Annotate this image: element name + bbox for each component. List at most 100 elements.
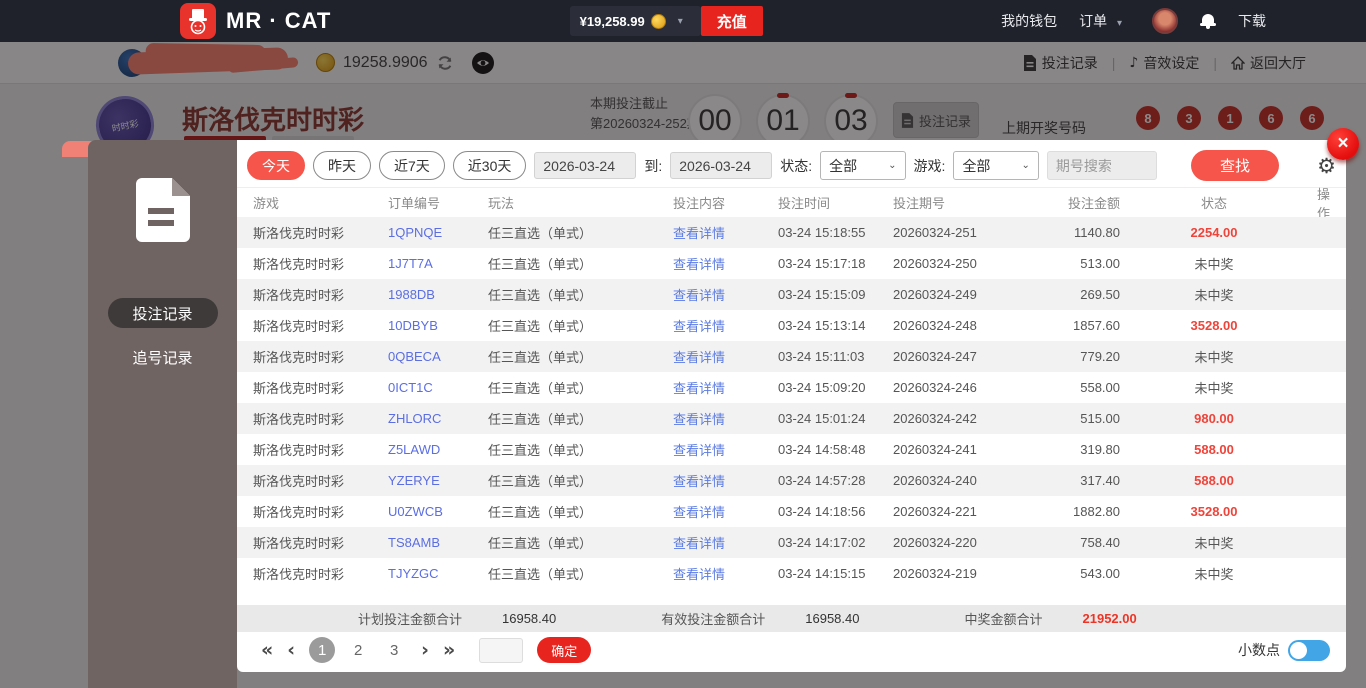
cell-order-link[interactable]: U0ZWCB: [388, 504, 488, 519]
table-body: 斯洛伐克时时彩 1QPNQE 任三直选（单式） 查看详情 03-24 15:18…: [237, 217, 1346, 589]
cell-game: 斯洛伐克时时彩: [253, 409, 388, 428]
cell-order-link[interactable]: 10DBYB: [388, 318, 488, 333]
table-row: 斯洛伐克时时彩 0ICT1C 任三直选（单式） 查看详情 03-24 15:09…: [237, 372, 1346, 403]
cell-period: 20260324-249: [893, 287, 1025, 302]
cell-amount: 758.40: [1025, 535, 1120, 550]
avatar[interactable]: [1152, 8, 1178, 34]
cell-period: 20260324-251: [893, 225, 1025, 240]
cell-amount: 543.00: [1025, 566, 1120, 581]
view-detail-link[interactable]: 查看详情: [673, 285, 778, 304]
quick-filter-0[interactable]: 今天: [247, 151, 305, 180]
period-search-input[interactable]: [1047, 151, 1157, 180]
mrcat-logo-icon[interactable]: [180, 3, 216, 39]
win-total-label: 中奖金额合计: [965, 609, 1043, 628]
next-page-icon[interactable]: ›: [421, 639, 429, 661]
cell-amount: 558.00: [1025, 380, 1120, 395]
view-detail-link[interactable]: 查看详情: [673, 347, 778, 366]
cell-order-link[interactable]: TJYZGC: [388, 566, 488, 581]
cell-status: 未中奖: [1120, 533, 1308, 552]
view-detail-link[interactable]: 查看详情: [673, 471, 778, 490]
view-detail-link[interactable]: 查看详情: [673, 502, 778, 521]
cell-period: 20260324-242: [893, 411, 1025, 426]
cell-order-link[interactable]: 0QBECA: [388, 349, 488, 364]
cell-status: 588.00: [1120, 473, 1308, 488]
quick-filter-1[interactable]: 昨天: [313, 151, 371, 180]
first-page-icon[interactable]: «: [261, 639, 273, 661]
page-number-1[interactable]: 1: [309, 637, 335, 663]
cell-game: 斯洛伐克时时彩: [253, 533, 388, 552]
view-detail-link[interactable]: 查看详情: [673, 223, 778, 242]
confirm-page-button[interactable]: 确定: [537, 637, 591, 663]
cell-status: 未中奖: [1120, 285, 1308, 304]
page-jump-input[interactable]: [479, 638, 523, 663]
bell-icon[interactable]: [1200, 13, 1216, 29]
last-page-icon[interactable]: »: [443, 639, 455, 661]
table-row: 斯洛伐克时时彩 0QBECA 任三直选（单式） 查看详情 03-24 15:11…: [237, 341, 1346, 372]
prev-page-icon[interactable]: ‹: [287, 639, 295, 661]
view-detail-link[interactable]: 查看详情: [673, 440, 778, 459]
wallet-link[interactable]: 我的钱包: [1001, 11, 1057, 31]
cell-game: 斯洛伐克时时彩: [253, 285, 388, 304]
page-number-3[interactable]: 3: [381, 637, 407, 663]
col-game: 游戏: [253, 193, 388, 212]
quick-filter-3[interactable]: 近30天: [453, 151, 527, 180]
view-detail-link[interactable]: 查看详情: [673, 316, 778, 335]
cell-amount: 1857.60: [1025, 318, 1120, 333]
date-from-input[interactable]: [534, 152, 636, 179]
cell-order-link[interactable]: TS8AMB: [388, 535, 488, 550]
page-number-2[interactable]: 2: [345, 637, 371, 663]
status-select[interactable]: 全部⌄: [820, 151, 905, 180]
view-detail-link[interactable]: 查看详情: [673, 378, 778, 397]
date-to-input[interactable]: [670, 152, 772, 179]
close-icon[interactable]: ×: [1327, 128, 1359, 160]
cell-order-link[interactable]: Z5LAWD: [388, 442, 488, 457]
cell-order-link[interactable]: ZHLORC: [388, 411, 488, 426]
cell-time: 03-24 14:17:02: [778, 535, 893, 550]
download-link[interactable]: 下载: [1238, 11, 1266, 31]
to-label: 到:: [644, 156, 662, 176]
view-detail-link[interactable]: 查看详情: [673, 254, 778, 273]
status-label: 状态:: [780, 156, 812, 176]
view-detail-link[interactable]: 查看详情: [673, 409, 778, 428]
cell-order-link[interactable]: 1988DB: [388, 287, 488, 302]
cell-play: 任三直选（单式）: [488, 533, 673, 552]
chevron-down-icon[interactable]: ▾: [678, 16, 683, 27]
find-button[interactable]: 查找: [1191, 150, 1279, 181]
cell-order-link[interactable]: 1QPNQE: [388, 225, 488, 240]
cell-amount: 515.00: [1025, 411, 1120, 426]
balance-pill[interactable]: ¥19,258.99 ▾: [570, 6, 701, 36]
coin-icon: [651, 14, 666, 29]
table-row: 斯洛伐克时时彩 Z5LAWD 任三直选（单式） 查看详情 03-24 14:58…: [237, 434, 1346, 465]
chevron-down-icon: ⌄: [1021, 160, 1029, 171]
game-select[interactable]: 全部⌄: [953, 151, 1038, 180]
cell-game: 斯洛伐克时时彩: [253, 502, 388, 521]
cell-time: 03-24 15:09:20: [778, 380, 893, 395]
decimal-toggle[interactable]: [1288, 640, 1330, 661]
col-amount: 投注金额: [1025, 193, 1120, 212]
cell-order-link[interactable]: 1J7T7A: [388, 256, 488, 271]
cell-amount: 317.40: [1025, 473, 1120, 488]
cell-game: 斯洛伐克时时彩: [253, 347, 388, 366]
cell-time: 03-24 14:15:15: [778, 566, 893, 581]
chevron-down-icon: ⌄: [888, 160, 896, 171]
cell-order-link[interactable]: 0ICT1C: [388, 380, 488, 395]
cell-order-link[interactable]: YZERYE: [388, 473, 488, 488]
top-navbar: MR · CAT ¥19,258.99 ▾ 充值 我的钱包 订单 ▾ 下载: [0, 0, 1366, 42]
cell-play: 任三直选（单式）: [488, 471, 673, 490]
view-detail-link[interactable]: 查看详情: [673, 533, 778, 552]
table-row: 斯洛伐克时时彩 10DBYB 任三直选（单式） 查看详情 03-24 15:13…: [237, 310, 1346, 341]
view-detail-link[interactable]: 查看详情: [673, 564, 778, 583]
nav-right: 我的钱包 订单 ▾ 下载: [1001, 8, 1266, 34]
cell-time: 03-24 14:57:28: [778, 473, 893, 488]
modal-sidebar: 投注记录 追号记录: [88, 140, 237, 688]
cell-period: 20260324-250: [893, 256, 1025, 271]
col-status: 状态: [1120, 193, 1308, 212]
cell-play: 任三直选（单式）: [488, 347, 673, 366]
sidebar-item-bet-record[interactable]: 投注记录: [108, 298, 218, 328]
cell-play: 任三直选（单式）: [488, 285, 673, 304]
orders-link[interactable]: 订单 ▾: [1079, 11, 1130, 31]
sidebar-item-chase-record[interactable]: 追号记录: [108, 342, 218, 372]
recharge-button[interactable]: 充值: [701, 6, 763, 36]
quick-filter-2[interactable]: 近7天: [379, 151, 445, 180]
cell-play: 任三直选（单式）: [488, 564, 673, 583]
